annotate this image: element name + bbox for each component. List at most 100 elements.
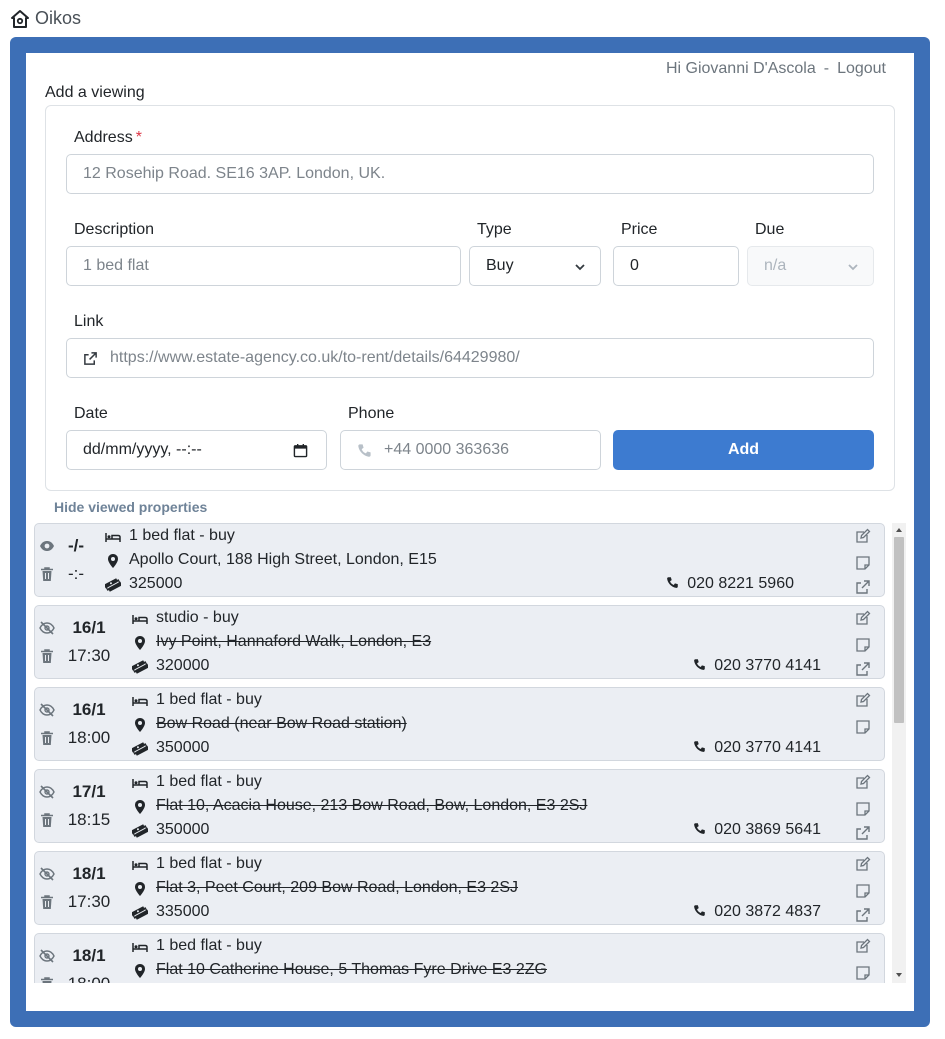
phone-label: Phone: [348, 405, 395, 422]
trash-icon[interactable]: [39, 894, 55, 910]
viewing-card: 18/1 18:00 1 bed flat - buy Flat 10 Catheri…: [34, 933, 885, 983]
money-icon: [130, 823, 150, 839]
map-pin-icon: [132, 963, 148, 979]
type-label: Type: [477, 221, 512, 238]
note-icon[interactable]: [855, 965, 871, 981]
map-pin-icon: [132, 717, 148, 733]
eye-slash-icon[interactable]: [39, 948, 55, 964]
calendar-icon[interactable]: [293, 443, 308, 458]
bed-icon: [132, 939, 148, 955]
note-icon[interactable]: [855, 719, 871, 735]
viewing-price: 320000: [156, 657, 210, 674]
eye-slash-icon[interactable]: [39, 620, 55, 636]
viewing-price: 335000: [156, 903, 210, 920]
add-button[interactable]: Add: [613, 430, 874, 470]
viewing-address: Flat 10, Acacia House, 213 Bow Road, Bow…: [156, 797, 588, 814]
money-icon: [130, 741, 150, 757]
viewing-date: 17/1: [72, 782, 106, 801]
note-icon[interactable]: [855, 883, 871, 899]
eye-slash-icon[interactable]: [39, 702, 55, 718]
viewing-time: 18:00: [67, 728, 111, 747]
eye-slash-icon[interactable]: [39, 866, 55, 882]
link-input[interactable]: https://www.estate-agency.co.uk/to-rent/…: [66, 338, 874, 378]
bed-icon: [105, 529, 121, 545]
edit-icon[interactable]: [855, 610, 871, 626]
external-link-icon[interactable]: [855, 661, 871, 677]
date-label: Date: [74, 405, 108, 422]
viewing-phone[interactable]: 020 3770 4141: [693, 657, 821, 675]
description-input[interactable]: 1 bed flat: [66, 246, 461, 286]
hide-viewed-toggle[interactable]: Hide viewed properties: [54, 499, 207, 515]
logout-link[interactable]: Logout: [837, 60, 886, 77]
edit-icon[interactable]: [855, 774, 871, 790]
viewing-address: Ivy Point, Hannaford Walk, London, E3: [156, 633, 432, 650]
address-input[interactable]: 12 Rosehip Road. SE16 3AP. London, UK.: [66, 154, 874, 194]
viewing-date: 18/1: [72, 946, 106, 965]
edit-icon[interactable]: [855, 938, 871, 954]
scroll-up-arrow[interactable]: [895, 526, 903, 534]
due-select[interactable]: n/a: [747, 246, 874, 286]
viewing-title: studio - buy: [156, 609, 239, 626]
link-label: Link: [74, 313, 104, 330]
trash-icon[interactable]: [39, 648, 55, 664]
description-label: Description: [74, 221, 155, 238]
due-label: Due: [755, 221, 785, 238]
phone-icon: [693, 822, 706, 835]
phone-icon: [693, 740, 706, 753]
add-viewing-form: Address * 12 Rosehip Road. SE16 3AP. Lond…: [45, 105, 895, 491]
address-label: Address *: [74, 129, 142, 146]
viewing-date: -/-: [67, 536, 85, 555]
viewing-title: 1 bed flat - buy: [156, 855, 262, 872]
viewing-title: 1 bed flat - buy: [156, 691, 262, 708]
eye-slash-icon[interactable]: [39, 784, 55, 800]
phone-icon: [358, 443, 371, 457]
trash-icon[interactable]: [39, 976, 55, 983]
viewing-phone[interactable]: 020 8221 5960: [666, 575, 794, 593]
edit-icon[interactable]: [855, 528, 871, 544]
viewing-price: 350000: [156, 821, 210, 838]
price-input[interactable]: 0: [613, 246, 739, 286]
bed-icon: [132, 693, 148, 709]
trash-icon[interactable]: [39, 812, 55, 828]
house-icon: [11, 9, 29, 28]
bed-icon: [132, 775, 148, 791]
viewing-time: -:-: [67, 564, 85, 583]
viewing-title: 1 bed flat - buy: [156, 773, 262, 790]
viewing-price: 350000: [156, 739, 210, 756]
eye-icon[interactable]: [39, 538, 55, 554]
money-icon: [103, 577, 123, 593]
viewing-address: Flat 10 Catherine House, 5 Thomas Fyre D…: [156, 961, 547, 978]
viewing-date: 18/1: [72, 864, 106, 883]
external-link-icon[interactable]: [855, 907, 871, 923]
scrollbar[interactable]: [892, 523, 906, 983]
viewings-list-container: -/- -:- 1 bed flat - buy Apollo Court, 188 …: [34, 523, 906, 983]
note-icon[interactable]: [855, 637, 871, 653]
scroll-down-arrow[interactable]: [895, 971, 903, 979]
viewing-price: 325000: [129, 575, 183, 592]
viewing-card: 16/1 17:30 studio - buy Ivy Point, Hannafor…: [34, 605, 885, 679]
phone-icon: [693, 904, 706, 917]
viewing-phone[interactable]: 020 3770 4141: [693, 739, 821, 757]
viewing-time: 18:15: [67, 810, 111, 829]
edit-icon[interactable]: [855, 692, 871, 708]
external-link-icon[interactable]: [855, 579, 871, 595]
viewing-phone-number: 020 8221 5960: [687, 575, 794, 592]
viewing-time: 17:30: [67, 646, 111, 665]
type-select[interactable]: Buy: [469, 246, 601, 286]
viewing-phone-number: 020 3872 4837: [714, 903, 821, 920]
note-icon[interactable]: [855, 801, 871, 817]
note-icon[interactable]: [855, 555, 871, 571]
viewing-phone[interactable]: 020 3869 5641: [693, 821, 821, 839]
viewing-phone[interactable]: 020 3872 4837: [693, 903, 821, 921]
money-icon: [130, 659, 150, 675]
scrollbar-thumb[interactable]: [894, 537, 904, 723]
edit-icon[interactable]: [855, 856, 871, 872]
viewing-time: 17:30: [67, 892, 111, 911]
user-bar: Hi Giovanni D'Ascola - Logout: [666, 60, 886, 78]
phone-input[interactable]: +44 0000 363636: [340, 430, 601, 470]
trash-icon[interactable]: [39, 730, 55, 746]
external-link-icon[interactable]: [855, 825, 871, 841]
bed-icon: [132, 857, 148, 873]
map-pin-icon: [132, 635, 148, 651]
date-input[interactable]: dd/mm/yyyy, --:--: [66, 430, 327, 470]
